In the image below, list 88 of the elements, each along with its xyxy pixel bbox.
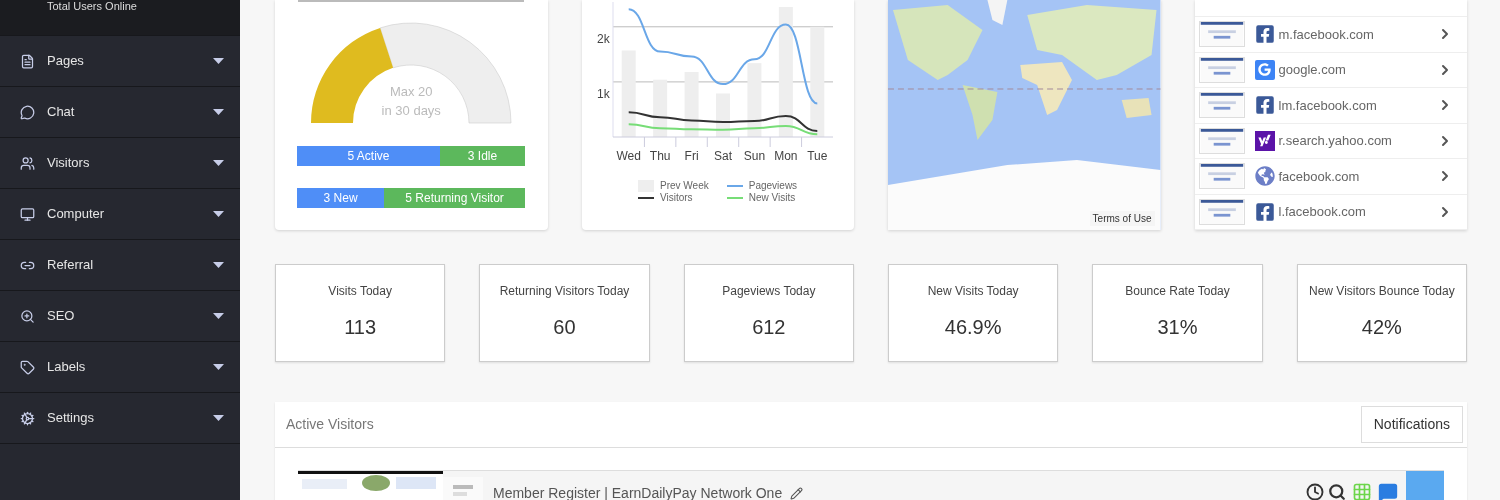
- stat-value: 42%: [1361, 315, 1402, 340]
- zoom-icon: [20, 308, 35, 324]
- x-axis-label: Wed: [616, 149, 641, 163]
- referrer-domain: google.com: [1278, 61, 1346, 79]
- dropdown-caret-icon: [213, 364, 224, 370]
- bar-rest-label: 3 Idle: [466, 148, 499, 165]
- legend-item: Prev Week: [638, 180, 709, 192]
- dropdown-caret-icon: [213, 415, 224, 421]
- stat-label: Returning Visitors Today: [499, 283, 630, 300]
- sidebar-item[interactable]: Computer: [0, 188, 240, 239]
- sidebar-item[interactable]: SEO: [0, 290, 240, 341]
- legend-item: New Visits: [726, 192, 798, 204]
- referrer-domain: facebook.com: [1278, 167, 1360, 186]
- facebook-logo-icon: [1254, 95, 1275, 116]
- bar-fill: 5 Active: [297, 146, 440, 166]
- legend-item: Pageviews: [726, 180, 798, 192]
- gauge-caption: Max 20: [389, 83, 433, 101]
- x-axis-label: Sat: [713, 149, 732, 163]
- total-users-label: Total Users Online: [47, 0, 138, 12]
- gauge-caption: in 30 days: [381, 102, 441, 120]
- bar: [684, 72, 699, 137]
- x-axis-label: Mon: [773, 149, 798, 163]
- x-axis-label: Sun: [743, 149, 765, 163]
- bar: [715, 93, 730, 137]
- monitor-icon: [20, 206, 35, 222]
- legend-line-icon: [638, 197, 654, 199]
- dropdown-caret-icon: [213, 313, 224, 319]
- bar: [652, 79, 667, 137]
- dropdown-caret-icon: [213, 58, 224, 64]
- referrer-domain: m.facebook.com: [1278, 25, 1374, 44]
- referrer-domain: lm.facebook.com: [1278, 96, 1377, 115]
- x-axis-label: Fri: [684, 149, 699, 163]
- sidebar-item[interactable]: Chat: [0, 86, 240, 137]
- speech-bubble-icon: [20, 104, 35, 120]
- facebook-logo-icon: [1254, 24, 1275, 45]
- people-icon: [20, 155, 35, 171]
- referrer-row[interactable]: google.com: [1194, 52, 1467, 88]
- sidebar-item[interactable]: Referral: [0, 239, 240, 290]
- notifications-button[interactable]: Notifications: [1360, 406, 1463, 443]
- page-title: Member Register | EarnDailyPay Network One: [493, 484, 783, 500]
- stat-label: New Visits Today: [927, 283, 1019, 300]
- dropdown-caret-icon: [213, 262, 224, 268]
- y-axis-label: 1k: [596, 86, 610, 101]
- referrer-row[interactable]: lm.facebook.com: [1194, 88, 1467, 124]
- yahoo-logo-icon: [1254, 130, 1275, 151]
- stat-label: Pageviews Today: [722, 283, 816, 300]
- tag-icon: [20, 359, 35, 375]
- stat-label: Visits Today: [328, 283, 392, 300]
- stat-label: New Visitors Bounce Today: [1309, 283, 1455, 300]
- globe-icon: [1254, 166, 1275, 187]
- dropdown-caret-icon: [213, 160, 224, 166]
- panel-title: Active Visitors: [286, 415, 375, 434]
- referrer-domain: r.search.yahoo.com: [1278, 132, 1392, 150]
- legend-line-icon: [726, 197, 743, 199]
- referrer-row[interactable]: l.facebook.com: [1194, 194, 1467, 230]
- stat-label: Bounce Rate Today: [1125, 283, 1230, 300]
- status-block: [1406, 471, 1444, 500]
- sidebar-item[interactable]: Labels: [0, 341, 240, 392]
- stat-value: 46.9%: [944, 315, 1002, 340]
- referrer-row[interactable]: facebook.com: [1194, 159, 1467, 195]
- referrer-row[interactable]: r.search.yahoo.com: [1194, 123, 1467, 159]
- facebook-logo-icon: [1254, 201, 1275, 222]
- search-icon[interactable]: [1328, 483, 1346, 500]
- pencil-icon[interactable]: [790, 487, 804, 500]
- dropdown-caret-icon: [213, 109, 224, 115]
- terms-of-use-link[interactable]: Terms of Use: [1089, 211, 1155, 226]
- y-axis-label: 2k: [596, 31, 610, 46]
- stat-value: 612: [752, 315, 786, 340]
- referrer-row[interactable]: m.facebook.com: [1194, 17, 1467, 53]
- legend-item: Visitors: [638, 192, 709, 204]
- document-icon: [20, 53, 35, 69]
- stat-value: 31%: [1157, 315, 1198, 340]
- dropdown-caret-icon: [213, 211, 224, 217]
- bar-rest-label: 5 Returning Visitor: [404, 190, 505, 207]
- bar-fill: 3 New: [297, 188, 384, 208]
- stat-value: 60: [553, 315, 576, 340]
- clock-icon[interactable]: [1306, 483, 1324, 500]
- legend-line-icon: [726, 185, 743, 187]
- x-axis-label: Tue: [806, 149, 828, 163]
- google-logo-icon: [1254, 59, 1275, 80]
- referrer-domain: l.facebook.com: [1278, 203, 1366, 221]
- chat-bubble-icon[interactable]: [1378, 482, 1398, 500]
- sidebar-item[interactable]: Pages: [0, 35, 240, 86]
- x-axis-label: Thu: [649, 149, 671, 163]
- sidebar-item[interactable]: Visitors: [0, 137, 240, 188]
- sidebar-item[interactable]: Settings: [0, 392, 240, 443]
- stat-value: 113: [344, 315, 377, 340]
- gears-icon: [20, 410, 35, 426]
